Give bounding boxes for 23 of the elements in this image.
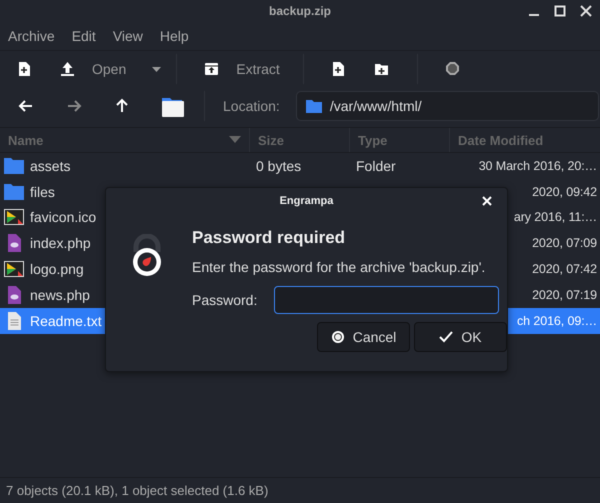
file-type: Folder [356,158,396,174]
file-name: files [30,184,55,200]
date-modified: 30 March 2016, 20:… [478,158,597,173]
date-modified: 2020, 07:42 [532,262,597,276]
location-label: Location: [223,98,280,114]
date-modified: ch 2016, 09:… [516,314,597,328]
dialog-message: Enter the password for the archive 'backup.zip'. [192,259,486,275]
file-name: Readme.txt [30,312,102,329]
date-modified: ary 2016, 11:… [514,210,597,224]
dialog-heading: Password required [192,228,346,248]
date-modified: 2020, 07:19 [532,288,597,302]
file-name: news.php [30,286,90,303]
file-size: 0 bytes [256,158,302,174]
dialog-title: Engrampa [280,195,334,207]
date-modified: 2020, 09:42 [532,184,597,199]
file-name: assets [30,158,70,174]
status-bar: 7 objects (20.1 kB), 1 object selected (1.6 kB) [0,477,600,503]
file-name: favicon.ico [30,209,96,226]
password-label: Password: [192,292,258,308]
date-modified: 2020, 07:09 [532,236,597,250]
file-name: index.php [30,235,91,252]
window-title: backup.zip [268,4,331,18]
file-name: logo.png [30,261,84,278]
